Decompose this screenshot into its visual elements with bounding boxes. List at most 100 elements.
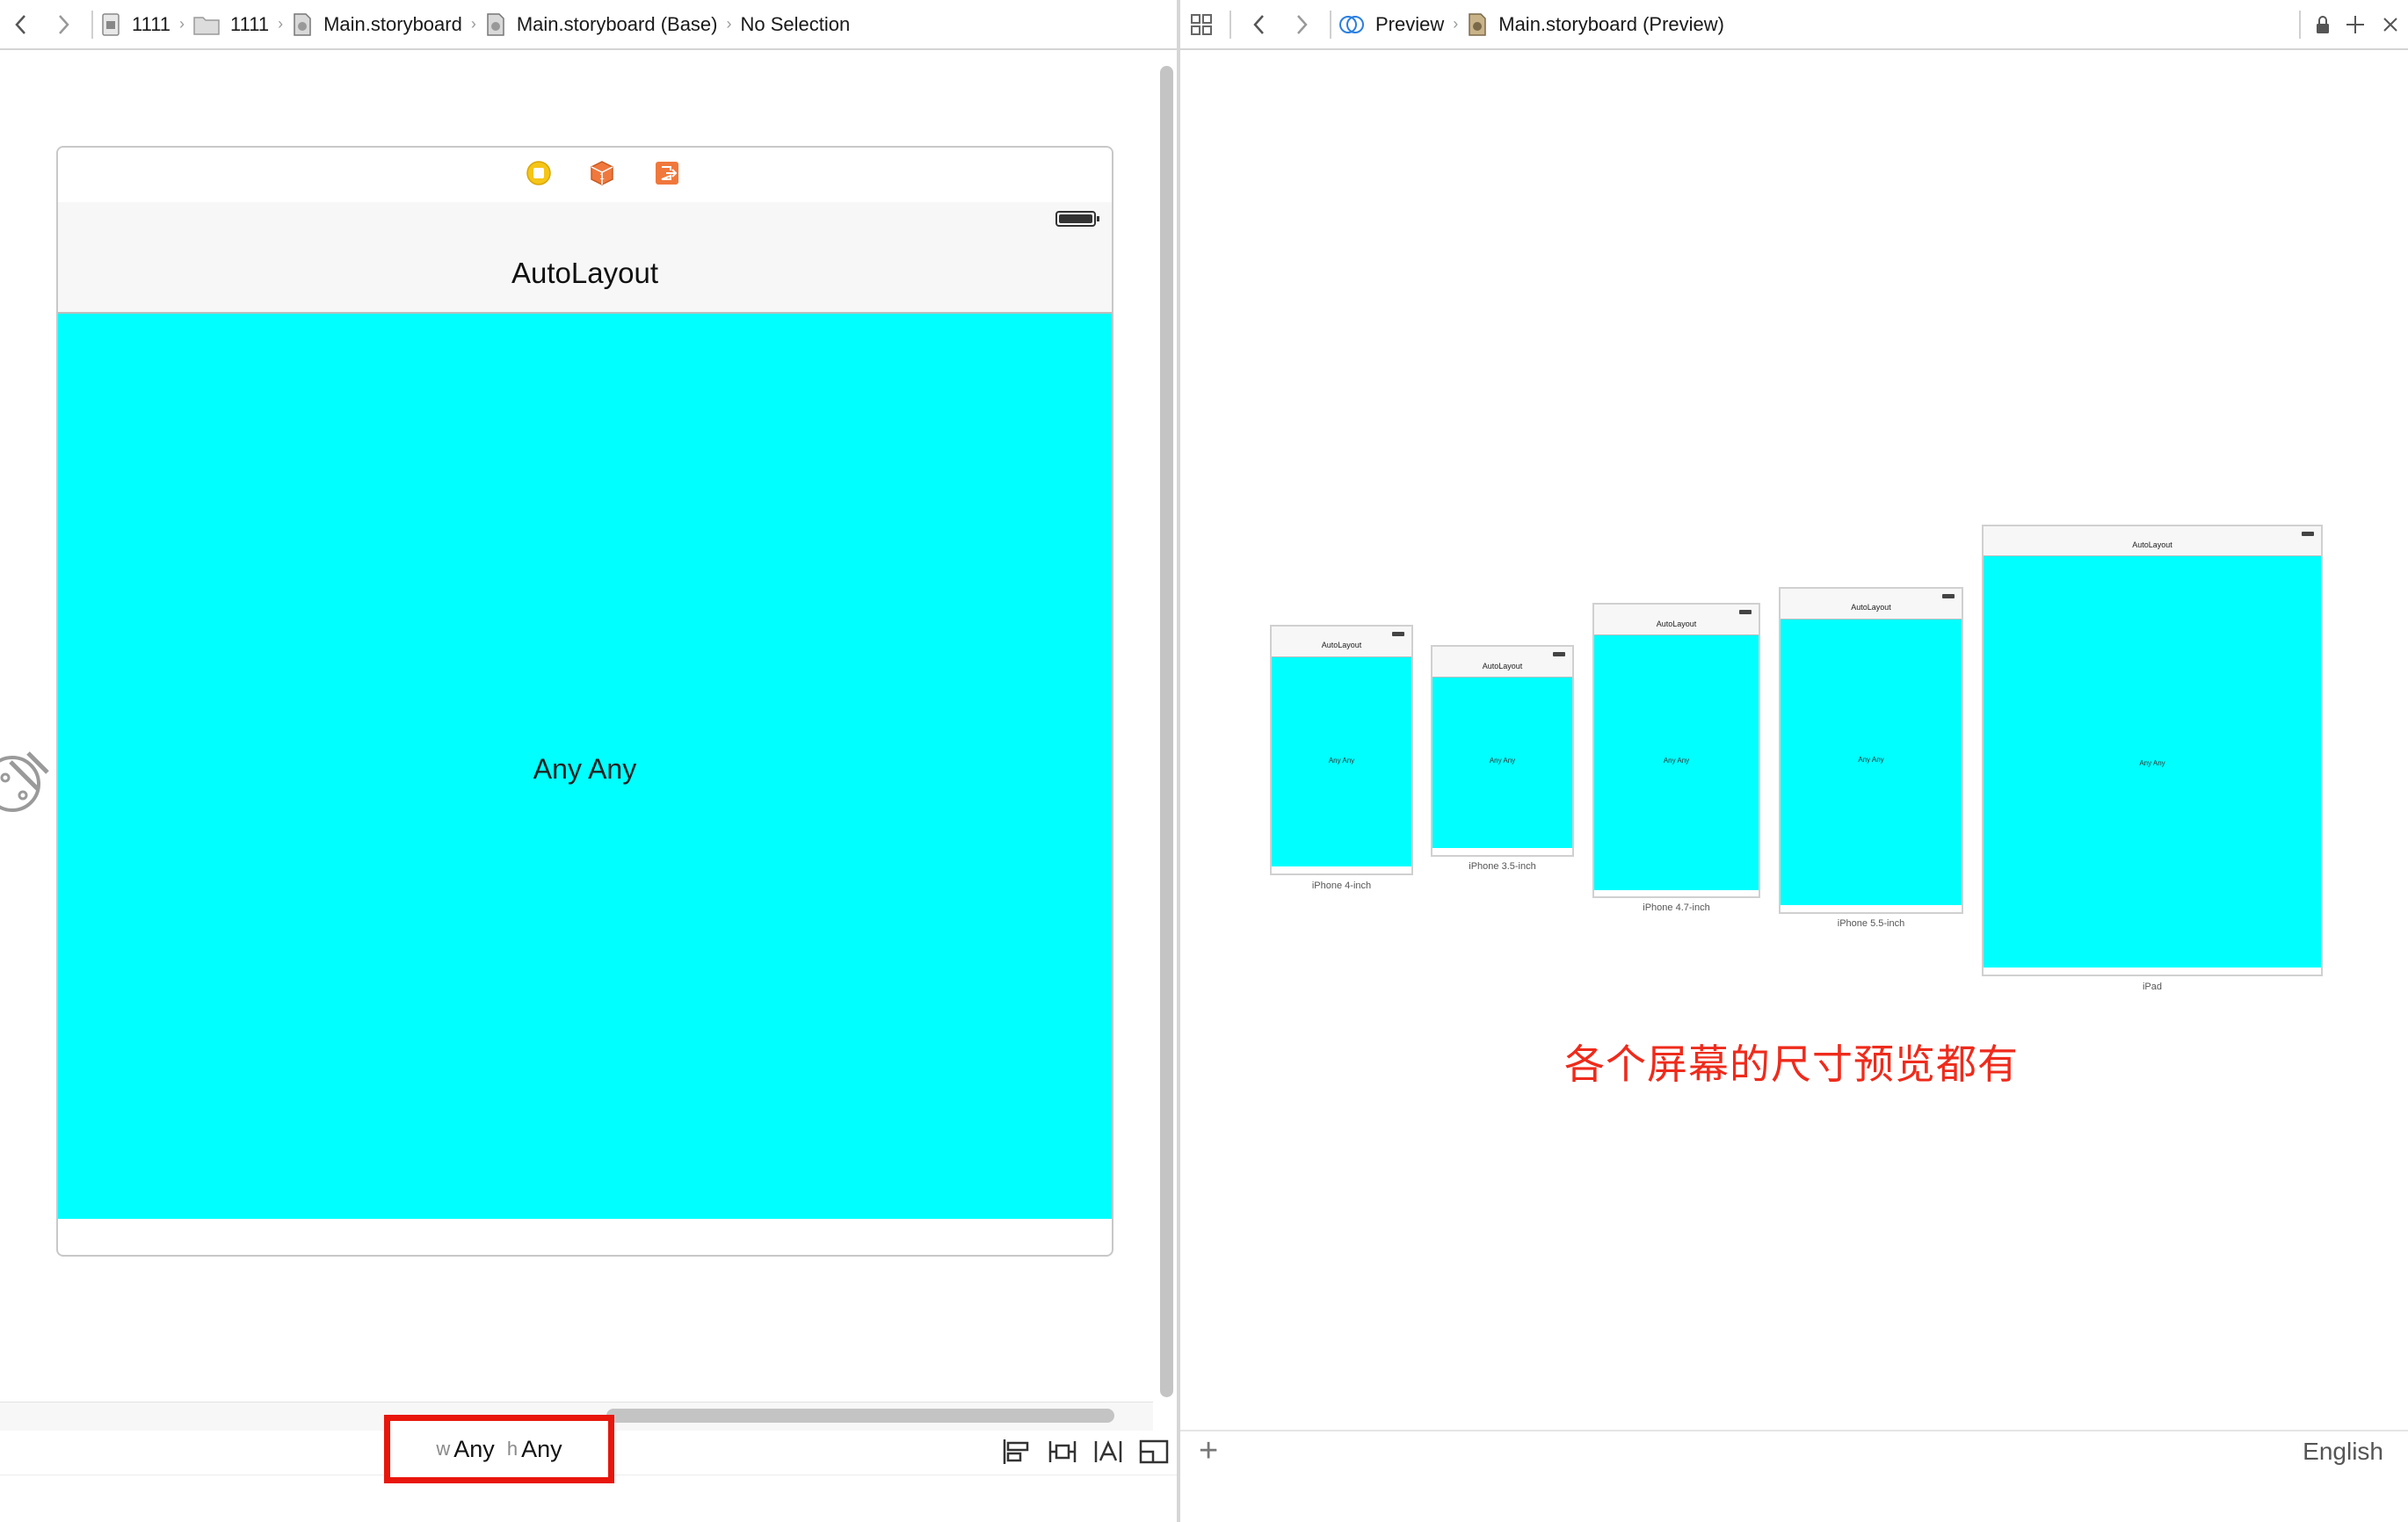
svg-text:1: 1 xyxy=(599,172,605,182)
battery-icon xyxy=(1942,594,1955,598)
project-icon xyxy=(102,12,120,36)
device-preview-iphone-4-inch[interactable]: AutoLayout Any Any xyxy=(1270,625,1413,875)
back-icon[interactable] xyxy=(0,0,42,49)
device-nav-bar: AutoLayout xyxy=(1984,526,2321,556)
storyboard-icon xyxy=(294,12,311,36)
entry-arrow-icon[interactable] xyxy=(0,744,56,823)
device-preview-iphone-5-5-inch[interactable]: AutoLayout Any Any xyxy=(1779,587,1963,914)
device-caption: iPhone 3.5-inch xyxy=(1469,861,1536,872)
content-label[interactable]: Any Any xyxy=(58,753,1112,786)
device-preview-ipad[interactable]: AutoLayout Any Any xyxy=(1982,525,2323,976)
separator xyxy=(1330,10,1331,39)
device-caption: iPhone 4.7-inch xyxy=(1643,902,1710,913)
width-prefix: w xyxy=(436,1438,451,1460)
navigation-bar[interactable]: AutoLayout xyxy=(58,202,1112,314)
device-content-label: Any Any xyxy=(1489,757,1516,765)
device-nav-bar: AutoLayout xyxy=(1594,605,1759,635)
device-nav-title: AutoLayout xyxy=(1321,641,1362,649)
nav-title: AutoLayout xyxy=(511,257,658,289)
storyboard-canvas[interactable]: 1 AutoLayout Any Any xyxy=(0,50,1153,1403)
device-nav-title: AutoLayout xyxy=(2132,540,2172,549)
crumb-storyboard[interactable]: Main.storyboard xyxy=(292,13,462,36)
device-content-label: Any Any xyxy=(2139,759,2165,767)
storyboard-icon xyxy=(487,12,504,36)
device-content-label: Any Any xyxy=(1663,757,1690,765)
device-preview-iphone-3-5-inch[interactable]: AutoLayout Any Any xyxy=(1431,645,1574,857)
scene-dock: 1 xyxy=(58,148,1112,204)
device-nav-title: AutoLayout xyxy=(1482,662,1523,670)
close-editor-icon[interactable] xyxy=(2373,0,2408,49)
crumb-folder[interactable]: 1111 xyxy=(193,13,269,36)
exit-icon[interactable] xyxy=(654,160,680,186)
lock-icon[interactable] xyxy=(2308,0,2338,49)
battery-icon xyxy=(2302,532,2314,536)
crumb-label: 1111 xyxy=(132,12,171,35)
device-content-label: Any Any xyxy=(1328,757,1355,765)
crumb-separator: › xyxy=(278,15,284,33)
view-controller-scene[interactable]: 1 AutoLayout Any Any xyxy=(56,146,1113,1257)
device-nav-title: AutoLayout xyxy=(1851,603,1891,612)
horizontal-scroll-knob[interactable] xyxy=(606,1409,1114,1423)
annotation-text: 各个屏幕的尺寸预览都有 xyxy=(1564,1040,2019,1088)
resizing-icon[interactable] xyxy=(1139,1438,1169,1466)
device-content-view: Any Any xyxy=(1272,657,1411,866)
device-caption: iPhone 5.5-inch xyxy=(1837,918,1905,929)
device-preview-iphone-4-7-inch[interactable]: AutoLayout Any Any xyxy=(1592,603,1760,898)
crumb-storyboard-base[interactable]: Main.storyboard (Base) xyxy=(485,13,718,36)
crumb-selection[interactable]: No Selection xyxy=(741,13,851,36)
crumb-label: 1111 xyxy=(230,12,270,35)
pin-icon[interactable] xyxy=(1048,1438,1077,1466)
add-editor-icon[interactable] xyxy=(2338,0,2373,49)
crumb-preview[interactable]: Preview xyxy=(1338,13,1444,36)
battery-icon xyxy=(1553,652,1565,656)
content-view[interactable]: Any Any xyxy=(58,314,1112,1219)
crumb-project[interactable]: 1111 xyxy=(100,13,170,36)
crumb-separator: › xyxy=(470,15,476,33)
device-caption: iPad xyxy=(2142,982,2163,992)
battery-icon xyxy=(1739,610,1752,614)
divider xyxy=(1180,1430,2408,1431)
device-content-view: Any Any xyxy=(1781,620,1962,905)
device-content-view: Any Any xyxy=(1432,678,1572,848)
device-caption: iPhone 4-inch xyxy=(1311,881,1372,891)
view-controller-icon[interactable] xyxy=(526,160,552,186)
preview-language[interactable]: English xyxy=(2303,1438,2383,1466)
add-icon[interactable]: + xyxy=(1199,1432,1218,1470)
crumb-label: Main.storyboard (Preview) xyxy=(1498,12,1724,35)
battery-icon xyxy=(1055,211,1099,227)
crumb-label: Main.storyboard (Base) xyxy=(516,12,718,35)
align-icon[interactable] xyxy=(1002,1438,1032,1466)
vertical-scrollbar[interactable] xyxy=(1160,66,1173,1397)
folder-icon xyxy=(193,16,220,35)
crumb-label: Main.storyboard xyxy=(323,12,462,35)
battery-icon xyxy=(1392,632,1404,636)
left-jump-bar: 1111 › 1111 › Main.storyboard › Main.sto… xyxy=(0,0,1177,50)
crumb-label: No Selection xyxy=(740,12,851,35)
width-value: Any xyxy=(453,1435,495,1462)
device-nav-title: AutoLayout xyxy=(1656,620,1697,628)
forward-icon[interactable] xyxy=(42,0,84,49)
first-responder-icon[interactable]: 1 xyxy=(589,160,615,186)
crumb-separator: › xyxy=(726,15,732,33)
scroll-knob[interactable] xyxy=(1160,66,1173,1397)
device-nav-bar: AutoLayout xyxy=(1781,589,1962,620)
height-prefix: h xyxy=(506,1438,519,1460)
separator xyxy=(91,10,93,39)
device-content-view: Any Any xyxy=(1594,635,1759,890)
back-icon[interactable] xyxy=(1238,0,1280,49)
related-items-icon[interactable] xyxy=(1180,0,1222,49)
storyboard-icon xyxy=(1469,12,1486,36)
resolve-icon[interactable] xyxy=(1093,1438,1123,1466)
right-jump-bar: Preview › Main.storyboard (Preview) xyxy=(1180,0,2408,50)
preview-icon xyxy=(1339,15,1364,33)
crumb-storyboard-preview[interactable]: Main.storyboard (Preview) xyxy=(1467,13,1724,36)
device-content-view: Any Any xyxy=(1984,556,2321,968)
forward-icon[interactable] xyxy=(1280,0,1323,49)
device-nav-bar: AutoLayout xyxy=(1432,647,1572,678)
separator xyxy=(1229,10,1231,39)
size-class-control[interactable]: w Any h Any xyxy=(384,1415,614,1483)
crumb-separator: › xyxy=(179,15,185,33)
crumb-separator: › xyxy=(1453,15,1459,33)
device-content-label: Any Any xyxy=(1858,756,1884,764)
device-nav-bar: AutoLayout xyxy=(1272,627,1411,657)
